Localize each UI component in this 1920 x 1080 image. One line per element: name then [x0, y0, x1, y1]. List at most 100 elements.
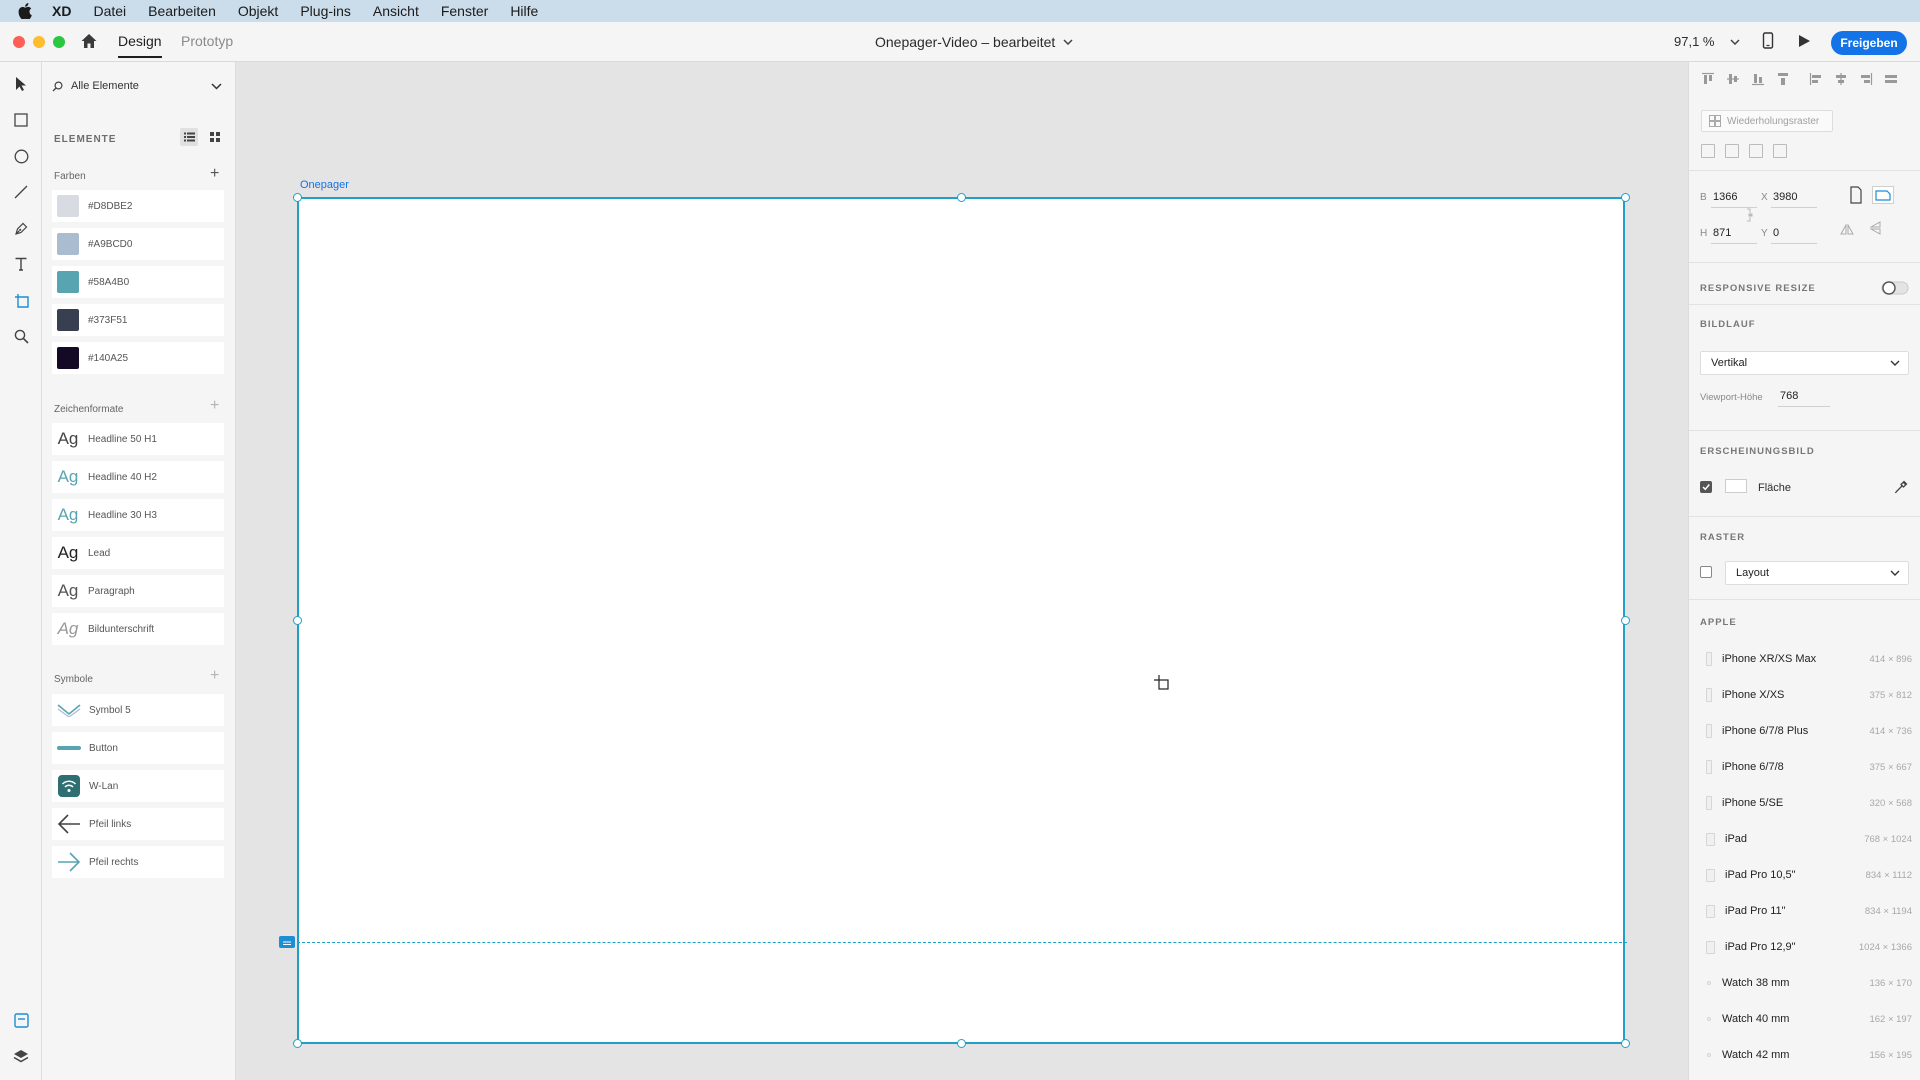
device-preset-row[interactable]: iPad Pro 12,9" 1024 × 1366	[1700, 937, 1912, 957]
flip-vertical-icon[interactable]	[1869, 221, 1882, 240]
menu-ansicht[interactable]: Ansicht	[373, 3, 419, 19]
list-view-icon[interactable]	[180, 128, 198, 146]
align-center-icon[interactable]	[1834, 72, 1848, 86]
resize-handle-bottom-left[interactable]	[293, 1039, 302, 1048]
design-canvas[interactable]: Onepager	[236, 62, 1688, 1080]
artboard[interactable]	[297, 197, 1625, 1044]
char-style-row[interactable]: Ag Headline 40 H2	[52, 461, 224, 493]
grid-checkbox[interactable]	[1700, 566, 1712, 578]
color-swatch-row[interactable]: #D8DBE2	[52, 190, 224, 222]
align-bottom-icon[interactable]	[1751, 72, 1765, 86]
document-title[interactable]: Onepager-Video – bearbeitet	[875, 34, 1073, 50]
distribute-horizontal-icon[interactable]	[1884, 72, 1898, 86]
x-input[interactable]: 3980	[1773, 191, 1797, 203]
device-preset-row[interactable]: iPhone XR/XS Max 414 × 896	[1700, 649, 1912, 669]
menu-datei[interactable]: Datei	[93, 3, 126, 19]
resize-handle-left[interactable]	[293, 616, 302, 625]
tab-design[interactable]: Design	[118, 33, 162, 58]
text-tool-icon[interactable]	[11, 254, 31, 274]
artboard-tool-icon[interactable]	[11, 290, 31, 310]
repeat-grid-button[interactable]: Wiederholungsraster	[1701, 110, 1833, 132]
artboard-name[interactable]: Onepager	[300, 179, 349, 191]
rectangle-tool-icon[interactable]	[11, 110, 31, 130]
symbol-row[interactable]: Symbol 5	[52, 694, 224, 726]
pen-tool-icon[interactable]	[11, 218, 31, 238]
menu-plugins[interactable]: Plug-ins	[300, 3, 351, 19]
color-swatch-row[interactable]: #58A4B0	[52, 266, 224, 298]
char-style-row[interactable]: Ag Paragraph	[52, 575, 224, 607]
intersect-shapes-icon[interactable]	[1749, 144, 1763, 158]
ellipse-tool-icon[interactable]	[11, 146, 31, 166]
add-color-icon[interactable]: +	[210, 166, 219, 182]
menu-objekt[interactable]: Objekt	[238, 3, 278, 19]
menu-hilfe[interactable]: Hilfe	[510, 3, 538, 19]
home-icon[interactable]	[80, 32, 98, 55]
color-swatch-row[interactable]: #140A25	[52, 342, 224, 374]
menu-app-xd[interactable]: XD	[52, 3, 71, 19]
device-preset-row[interactable]: iPhone 6/7/8 375 × 667	[1700, 757, 1912, 777]
color-swatch-row[interactable]: #373F51	[52, 304, 224, 336]
grid-view-icon[interactable]	[206, 128, 224, 146]
resize-handle-top-left[interactable]	[293, 193, 302, 202]
tab-prototyp[interactable]: Prototyp	[181, 33, 233, 49]
y-input[interactable]: 0	[1773, 227, 1779, 239]
minimize-window-button[interactable]	[33, 36, 45, 48]
exclude-overlap-icon[interactable]	[1773, 144, 1787, 158]
distribute-vertical-icon[interactable]	[1776, 72, 1790, 86]
responsive-resize-toggle[interactable]	[1881, 280, 1909, 301]
add-char-style-icon[interactable]: +	[210, 398, 219, 414]
subtract-shapes-icon[interactable]	[1725, 144, 1739, 158]
resize-handle-bottom-right[interactable]	[1621, 1039, 1630, 1048]
eyedropper-icon[interactable]	[1894, 480, 1908, 499]
device-preset-row[interactable]: iPhone 6/7/8 Plus 414 × 736	[1700, 721, 1912, 741]
resize-handle-top-right[interactable]	[1621, 193, 1630, 202]
device-preset-row[interactable]: iPhone X/XS 375 × 812	[1700, 685, 1912, 705]
menu-bearbeiten[interactable]: Bearbeiten	[148, 3, 216, 19]
device-preset-row[interactable]: iPad Pro 10,5" 834 × 1112	[1700, 865, 1912, 885]
symbol-row[interactable]: Pfeil links	[52, 808, 224, 840]
char-style-row[interactable]: Ag Headline 30 H3	[52, 499, 224, 531]
char-style-row[interactable]: Ag Bildunterschrift	[52, 613, 224, 645]
lock-aspect-icon[interactable]	[1746, 208, 1754, 227]
height-input[interactable]: 871	[1713, 227, 1731, 239]
device-preset-row[interactable]: Watch 40 mm 162 × 197	[1700, 1009, 1912, 1029]
portrait-orientation-icon[interactable]	[1848, 186, 1864, 209]
fill-checkbox[interactable]	[1700, 481, 1712, 493]
align-middle-icon[interactable]	[1726, 72, 1740, 86]
viewport-height-input[interactable]: 768	[1780, 390, 1798, 402]
play-preview-icon[interactable]	[1797, 34, 1811, 53]
select-tool-icon[interactable]	[11, 74, 31, 94]
device-preset-row[interactable]: iPhone 5/SE 320 × 568	[1700, 793, 1912, 813]
close-window-button[interactable]	[13, 36, 25, 48]
align-top-icon[interactable]	[1701, 72, 1715, 86]
zoom-control[interactable]: 97,1 %	[1674, 34, 1741, 49]
menu-fenster[interactable]: Fenster	[441, 3, 488, 19]
scrolling-select[interactable]: Vertikal	[1700, 351, 1909, 375]
resize-handle-bottom[interactable]	[957, 1039, 966, 1048]
resize-handle-top[interactable]	[957, 193, 966, 202]
device-preset-row[interactable]: Watch 42 mm 156 × 195	[1700, 1045, 1912, 1065]
device-preset-row[interactable]: iPad Pro 11" 834 × 1194	[1700, 901, 1912, 921]
device-preview-icon[interactable]	[1762, 32, 1774, 55]
apple-logo-icon[interactable]	[18, 3, 36, 19]
zoom-window-button[interactable]	[53, 36, 65, 48]
char-style-row[interactable]: Ag Headline 50 H1	[52, 423, 224, 455]
color-swatch-row[interactable]: #A9BCD0	[52, 228, 224, 260]
share-button[interactable]: Freigeben	[1831, 31, 1907, 55]
assets-panel-icon[interactable]	[11, 1010, 31, 1030]
align-right-icon[interactable]	[1859, 72, 1873, 86]
flip-horizontal-icon[interactable]	[1840, 223, 1854, 241]
device-preset-row[interactable]: iPad 768 × 1024	[1700, 829, 1912, 849]
assets-filter-select[interactable]: Alle Elemente	[52, 75, 222, 97]
add-symbol-icon[interactable]: +	[210, 668, 219, 684]
grid-type-select[interactable]: Layout	[1725, 561, 1909, 585]
device-preset-row[interactable]: Watch 38 mm 136 × 170	[1700, 973, 1912, 993]
symbol-row[interactable]: W-Lan	[52, 770, 224, 802]
fill-color-swatch[interactable]	[1725, 479, 1747, 493]
landscape-orientation-icon[interactable]	[1872, 186, 1894, 204]
width-input[interactable]: 1366	[1713, 191, 1737, 203]
viewport-height-handle[interactable]	[279, 936, 295, 948]
layers-panel-icon[interactable]	[11, 1046, 31, 1066]
line-tool-icon[interactable]	[11, 182, 31, 202]
resize-handle-right[interactable]	[1621, 616, 1630, 625]
